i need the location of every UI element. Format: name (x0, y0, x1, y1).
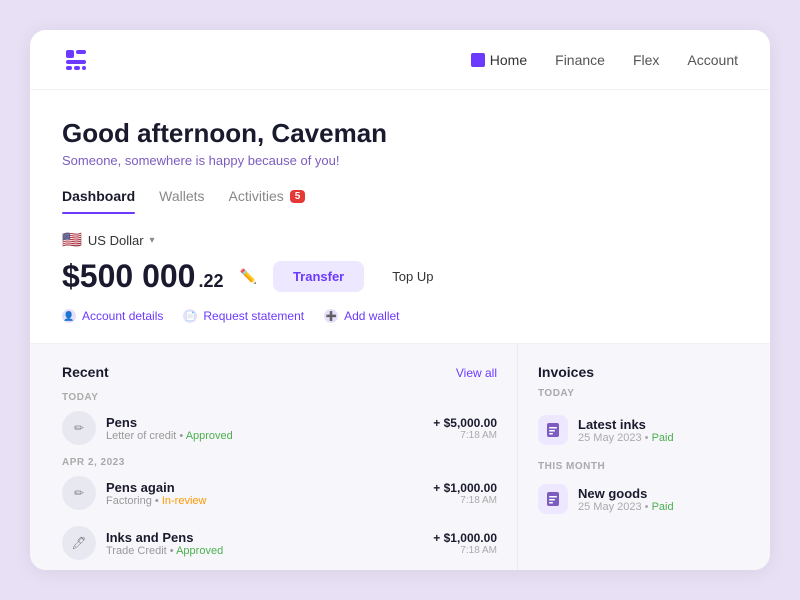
tx-icon-inks: 🖊 (62, 526, 96, 560)
nav-links: Home Finance Flex Account (471, 52, 738, 68)
transfer-button[interactable]: Transfer (273, 261, 364, 292)
tabs: Dashboard Wallets Activities 5 (62, 188, 738, 214)
recent-title: Recent (62, 364, 497, 380)
add-wallet-icon: ➕ (324, 309, 338, 323)
view-all-link[interactable]: View all (456, 366, 497, 380)
request-statement-action[interactable]: 📄 Request statement (183, 309, 304, 323)
tx-amount-time: + $5,000.00 7:18 AM (433, 416, 497, 441)
table-row: ✏ Pens Letter of credit • Approved + $5,… (62, 403, 497, 453)
flag-icon: 🇺🇸 (62, 230, 82, 250)
tx-sub: Trade Credit • Approved (106, 545, 423, 557)
balance-section: 🇺🇸 US Dollar ▾ $500 000.22 ✏️ Transfer T… (30, 214, 770, 344)
invoice-sub: 25 May 2023 • Paid (578, 432, 674, 444)
activities-badge: 5 (290, 190, 306, 203)
today-label: TODAY (62, 388, 497, 403)
invoice-info: Latest inks 25 May 2023 • Paid (578, 417, 674, 444)
table-row: 🖊 Inks and Pens Trade Credit • Approved … (62, 518, 497, 568)
greeting-subtitle: Someone, somewhere is happy because of y… (62, 153, 738, 168)
tx-amount-time: + $1,000.00 7:18 AM (433, 531, 497, 556)
tx-info: Pens Letter of credit • Approved (106, 415, 423, 442)
tab-activities[interactable]: Activities 5 (229, 188, 306, 214)
tx-icon-pens: ✏ (62, 411, 96, 445)
home-icon (471, 53, 485, 67)
apr-label: APR 2, 2023 (62, 453, 497, 468)
navbar: Home Finance Flex Account (30, 30, 770, 90)
nav-account[interactable]: Account (687, 52, 738, 68)
quick-actions: 👤 Account details 📄 Request statement ➕ … (62, 309, 738, 323)
nav-home[interactable]: Home (471, 52, 527, 68)
lower-grid: Recent View all TODAY ✏ Pens Letter of c… (30, 344, 770, 570)
topup-button[interactable]: Top Up (380, 261, 445, 292)
chevron-down-icon: ▾ (150, 235, 155, 246)
request-statement-icon: 📄 (183, 309, 197, 323)
tx-sub: Factoring • In-review (106, 495, 423, 507)
logo (62, 46, 90, 74)
this-month-label: THIS MONTH (538, 453, 738, 476)
invoice-info: New goods 25 May 2023 • Paid (578, 486, 674, 513)
tab-dashboard[interactable]: Dashboard (62, 188, 135, 214)
account-details-action[interactable]: 👤 Account details (62, 309, 163, 323)
balance-amount: $500 000.22 (62, 258, 224, 295)
tx-amount-time: + $1,000.00 7:18 AM (433, 481, 497, 506)
greeting-title: Good afternoon, Caveman (62, 118, 738, 149)
nav-flex[interactable]: Flex (633, 52, 659, 68)
balance-row: $500 000.22 ✏️ Transfer Top Up (62, 258, 738, 295)
table-row: ✏ Pens again Factoring • In-review + $1,… (62, 468, 497, 518)
recent-section: Recent View all TODAY ✏ Pens Letter of c… (62, 344, 518, 570)
edit-icon[interactable]: ✏️ (240, 268, 257, 285)
currency-selector[interactable]: 🇺🇸 US Dollar ▾ (62, 230, 738, 250)
invoices-title: Invoices (538, 364, 738, 380)
content: Good afternoon, Caveman Someone, somewhe… (30, 90, 770, 570)
invoice-icon (538, 415, 568, 445)
invoices-today-label: TODAY (538, 388, 738, 399)
account-details-icon: 👤 (62, 309, 76, 323)
tx-info: Inks and Pens Trade Credit • Approved (106, 530, 423, 557)
invoices-section: Invoices TODAY Latest inks (518, 344, 738, 570)
tx-icon-pens-again: ✏ (62, 476, 96, 510)
list-item: New goods 25 May 2023 • Paid (538, 476, 738, 522)
tx-info: Pens again Factoring • In-review (106, 480, 423, 507)
invoice-sub: 25 May 2023 • Paid (578, 501, 674, 513)
header-section: Good afternoon, Caveman Someone, somewhe… (30, 90, 770, 214)
add-wallet-action[interactable]: ➕ Add wallet (324, 309, 399, 323)
tab-wallets[interactable]: Wallets (159, 188, 204, 214)
main-card: Home Finance Flex Account Good afternoon… (30, 30, 770, 570)
currency-name: US Dollar (88, 233, 144, 248)
nav-finance[interactable]: Finance (555, 52, 605, 68)
list-item: Latest inks 25 May 2023 • Paid (538, 407, 738, 453)
tx-sub: Letter of credit • Approved (106, 430, 423, 442)
invoice-icon (538, 484, 568, 514)
